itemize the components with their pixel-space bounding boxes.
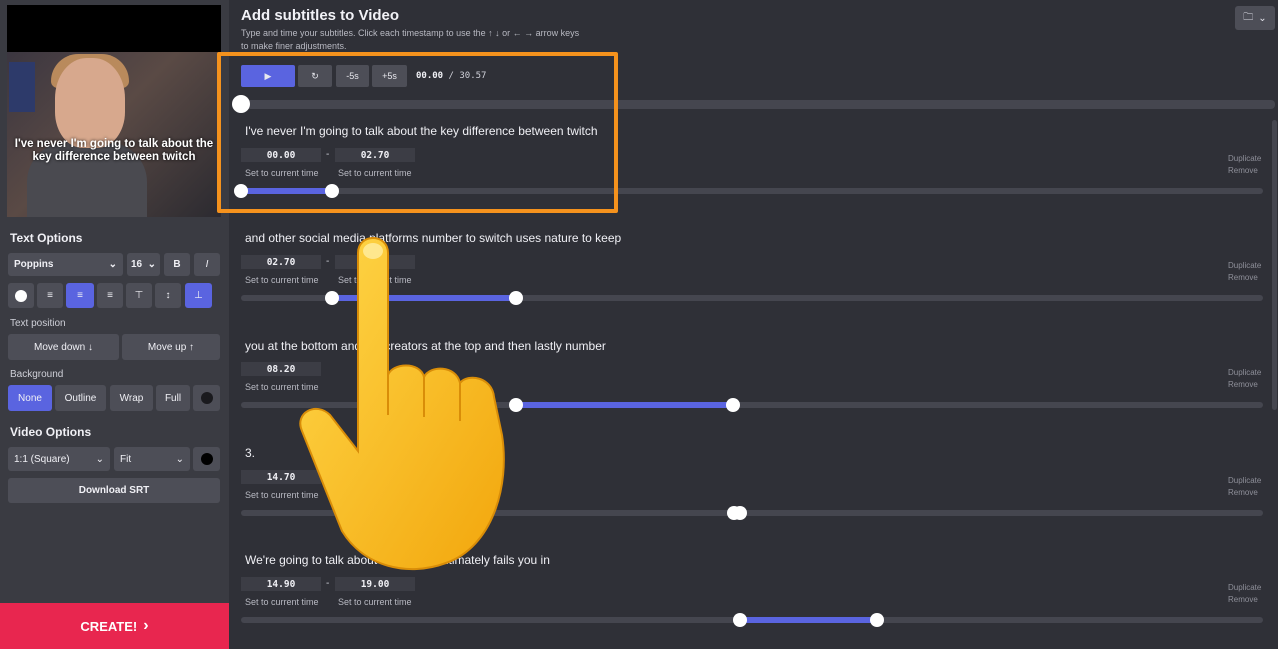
valign-bottom-icon: ⊥ bbox=[194, 290, 203, 301]
video-preview[interactable]: I've never I'm going to talk about the k… bbox=[7, 5, 221, 217]
bg-wrap-button[interactable]: Wrap bbox=[110, 385, 153, 411]
person-face bbox=[55, 58, 125, 148]
color-swatch-icon bbox=[200, 453, 213, 465]
set-start-current-link[interactable]: Set to current time bbox=[245, 597, 319, 607]
bg-full-button[interactable]: Full bbox=[156, 385, 190, 411]
remove-link[interactable]: Remove bbox=[1228, 380, 1258, 389]
text-options-title: Text Options bbox=[10, 231, 83, 245]
font-value: Poppins bbox=[14, 259, 54, 270]
remove-link[interactable]: Remove bbox=[1228, 166, 1258, 175]
valign-middle-button[interactable]: ↕ bbox=[155, 283, 181, 308]
aspect-ratio-value: 1:1 (Square) bbox=[14, 453, 70, 465]
download-srt-button[interactable]: Download SRT bbox=[8, 478, 220, 503]
video-caption: I've never I'm going to talk about the k… bbox=[14, 138, 214, 163]
color-swatch-icon bbox=[200, 392, 213, 404]
subtitle-3-end-handle[interactable] bbox=[726, 398, 740, 412]
fit-select[interactable]: Fit ⌄ bbox=[114, 447, 190, 471]
remove-link[interactable]: Remove bbox=[1228, 595, 1258, 604]
bg-outline-button[interactable]: Outline bbox=[55, 385, 106, 411]
subtitle-text-4[interactable]: 3. bbox=[245, 446, 255, 460]
duplicate-link[interactable]: Duplicate bbox=[1228, 583, 1261, 592]
bold-button[interactable]: B bbox=[164, 253, 190, 276]
sidebar: I've never I'm going to talk about the k… bbox=[0, 0, 229, 649]
bg-none-button[interactable]: None bbox=[8, 385, 52, 411]
pointing-hand-icon bbox=[299, 237, 505, 570]
subtitle-5-range-fill bbox=[740, 617, 877, 623]
chevron-down-icon: ⌄ bbox=[175, 453, 184, 465]
aspect-ratio-select[interactable]: 1:1 (Square) ⌄ bbox=[8, 447, 110, 471]
subtitle-5-end-handle[interactable] bbox=[870, 613, 884, 627]
chevron-down-icon: ⌄ bbox=[1258, 12, 1267, 24]
valign-top-icon: ⊤ bbox=[134, 290, 144, 301]
scrollbar[interactable] bbox=[1272, 120, 1277, 410]
video-frame bbox=[7, 52, 221, 217]
text-position-label: Text position bbox=[10, 318, 66, 329]
chevron-down-icon: ⌄ bbox=[95, 453, 104, 465]
valign-bottom-button[interactable]: ⊥ bbox=[185, 283, 212, 308]
chevron-right-icon: › bbox=[143, 617, 149, 634]
background-label: Background bbox=[10, 369, 64, 380]
duplicate-link[interactable]: Duplicate bbox=[1228, 368, 1261, 377]
video-options-title: Video Options bbox=[10, 425, 92, 439]
create-button[interactable]: CREATE! › bbox=[0, 603, 229, 649]
font-size-select[interactable]: 16 ⌄ bbox=[127, 253, 160, 276]
video-bg-color-button[interactable] bbox=[193, 447, 220, 471]
text-color-button[interactable] bbox=[8, 283, 34, 308]
duplicate-link[interactable]: Duplicate bbox=[1228, 261, 1261, 270]
create-label: CREATE! bbox=[80, 618, 138, 634]
set-end-current-link[interactable]: Set to current time bbox=[338, 597, 412, 607]
color-swatch-icon bbox=[15, 289, 27, 302]
subtitle-4-end-handle[interactable] bbox=[733, 506, 747, 520]
page-title: Add subtitles to Video bbox=[241, 7, 400, 24]
fit-value: Fit bbox=[120, 453, 132, 465]
align-center-icon: ≡ bbox=[77, 290, 83, 301]
remove-link[interactable]: Remove bbox=[1228, 488, 1258, 497]
subtitle-3-range-fill bbox=[516, 402, 733, 408]
align-left-button[interactable]: ≡ bbox=[37, 283, 63, 308]
bg-color-button[interactable] bbox=[193, 385, 220, 411]
duplicate-link[interactable]: Duplicate bbox=[1228, 154, 1261, 163]
italic-button[interactable]: I bbox=[194, 253, 220, 276]
align-center-button[interactable]: ≡ bbox=[66, 283, 94, 308]
align-left-icon: ≡ bbox=[47, 290, 53, 301]
align-right-button[interactable]: ≡ bbox=[97, 283, 123, 308]
remove-link[interactable]: Remove bbox=[1228, 273, 1258, 282]
move-up-button[interactable]: Move up ↑ bbox=[122, 334, 220, 360]
chevron-down-icon: ⌄ bbox=[108, 259, 117, 270]
font-select[interactable]: Poppins ⌄ bbox=[8, 253, 123, 276]
valign-middle-icon: ↕ bbox=[165, 290, 171, 301]
align-right-icon: ≡ bbox=[107, 290, 113, 301]
folder-menu-button[interactable]: 🗀 ⌄ bbox=[1235, 6, 1275, 30]
orange-highlight-box bbox=[217, 52, 618, 213]
subtitle-5-start-handle[interactable] bbox=[733, 613, 747, 627]
duplicate-link[interactable]: Duplicate bbox=[1228, 476, 1261, 485]
move-down-button[interactable]: Move down ↓ bbox=[8, 334, 119, 360]
wall-poster bbox=[9, 62, 35, 112]
folder-icon: 🗀 bbox=[1243, 11, 1254, 23]
chevron-down-icon: ⌄ bbox=[147, 259, 156, 270]
font-size-value: 16 bbox=[131, 259, 143, 270]
valign-top-button[interactable]: ⊤ bbox=[126, 283, 152, 308]
page-description: Type and time your subtitles. Click each… bbox=[241, 28, 580, 51]
